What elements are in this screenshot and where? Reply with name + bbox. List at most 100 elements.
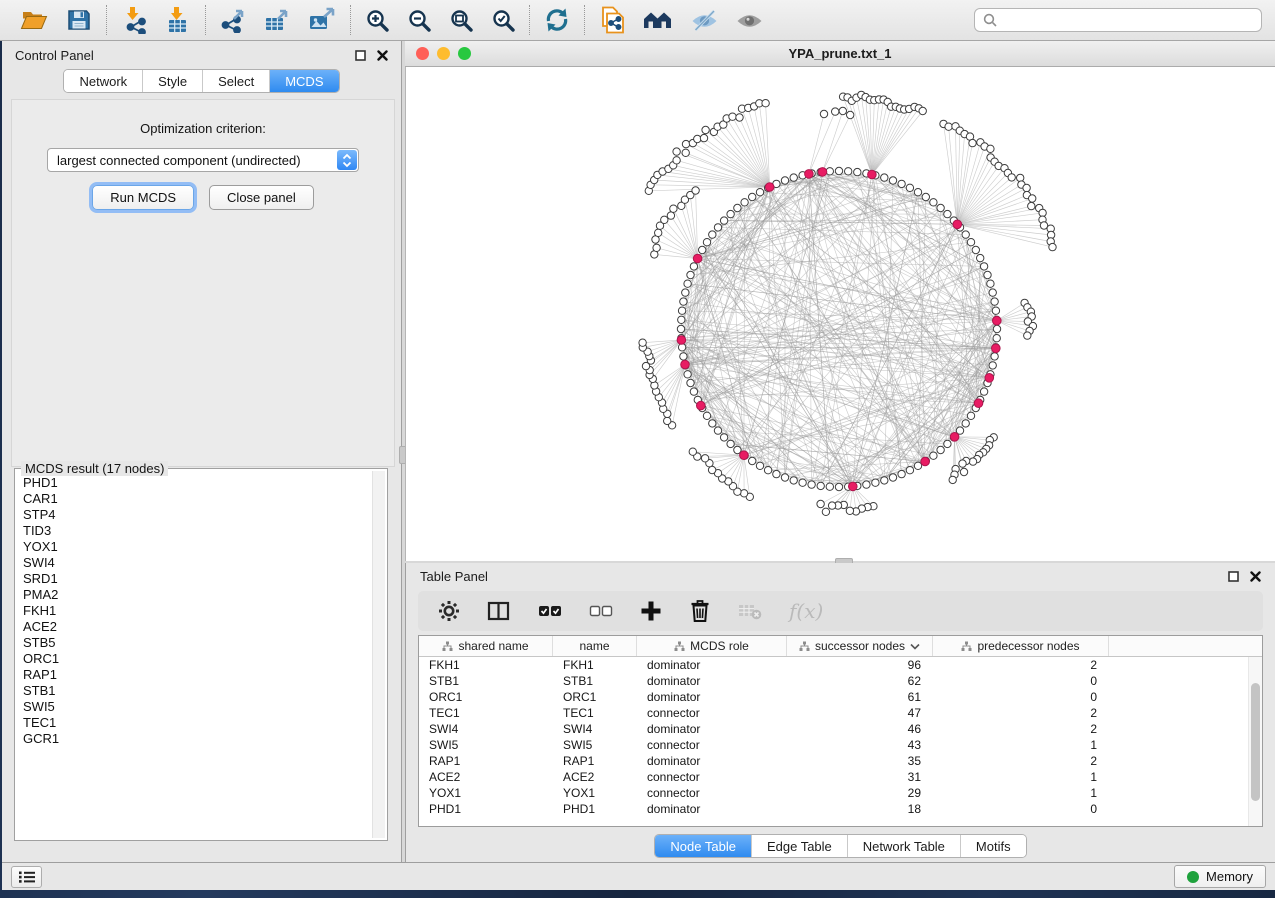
column-header-successor-nodes[interactable]: successor nodes (787, 636, 933, 656)
search-input[interactable] (1003, 12, 1261, 29)
mcds-tab-content: Optimization criterion: largest connecte… (11, 99, 395, 467)
sort-chevron-icon (910, 643, 920, 650)
first-neighbors-button[interactable] (642, 6, 674, 34)
float-icon[interactable] (355, 50, 366, 61)
cell-successor-nodes: 96 (787, 657, 933, 673)
toolbar-groups (6, 5, 777, 35)
network-canvas[interactable] (405, 67, 1275, 562)
table-row[interactable]: FKH1FKH1dominator962 (419, 657, 1248, 673)
zoom-out-button[interactable] (406, 7, 432, 33)
float-icon[interactable] (1228, 571, 1239, 582)
mcds-result-item[interactable]: TID3 (23, 523, 371, 539)
table-scrollbar-track[interactable] (1248, 657, 1262, 826)
table-row[interactable]: YOX1YOX1connector291 (419, 785, 1248, 801)
cell-shared-name: SWI4 (419, 721, 553, 737)
column-settings-button[interactable] (438, 600, 460, 622)
mcds-list-scrollbar[interactable] (372, 471, 385, 838)
mcds-result-item[interactable]: YOX1 (23, 539, 371, 555)
refresh-view-button[interactable] (543, 6, 571, 34)
add-column-button[interactable] (640, 600, 662, 622)
zoom-fit-button[interactable] (448, 7, 474, 33)
tab-node-table[interactable]: Node Table (655, 835, 751, 857)
table-row[interactable]: SWI5SWI5connector431 (419, 737, 1248, 753)
mcds-result-item[interactable]: GCR1 (23, 731, 371, 747)
tab-select[interactable]: Select (202, 70, 269, 92)
close-icon[interactable] (377, 50, 388, 61)
export-network-icon (220, 7, 246, 33)
import-table-button[interactable] (164, 5, 192, 35)
table-row[interactable]: PHD1PHD1dominator180 (419, 801, 1248, 817)
table-row[interactable]: ACE2ACE2connector311 (419, 769, 1248, 785)
criterion-label: Optimization criterion: (12, 121, 394, 136)
duplicate-network-button[interactable] (598, 5, 626, 35)
zoom-selected-button[interactable] (490, 7, 516, 33)
save-session-button[interactable] (65, 6, 93, 34)
table-scrollbar-thumb[interactable] (1251, 683, 1260, 801)
cell-successor-nodes: 35 (787, 753, 933, 769)
clear-checks-button[interactable] (589, 602, 613, 620)
tab-network-table[interactable]: Network Table (847, 835, 960, 857)
show-panels-button[interactable] (11, 866, 42, 888)
mcds-result-item[interactable]: STB5 (23, 635, 371, 651)
mcds-result-item[interactable]: RAP1 (23, 667, 371, 683)
mcds-result-item[interactable]: PHD1 (23, 475, 371, 491)
mcds-result-item[interactable]: SWI4 (23, 555, 371, 571)
close-panel-button[interactable]: Close panel (209, 185, 314, 210)
export-network-button[interactable] (219, 6, 247, 34)
minimize-window-button[interactable] (437, 47, 450, 60)
cell-predecessor-nodes: 0 (933, 801, 1109, 817)
delete-column-button[interactable] (689, 599, 711, 623)
tab-motifs[interactable]: Motifs (960, 835, 1026, 857)
table-row[interactable]: STB1STB1dominator620 (419, 673, 1248, 689)
tab-network[interactable]: Network (64, 70, 142, 92)
import-network-button[interactable] (120, 5, 148, 35)
table-panel-title: Table Panel (420, 569, 488, 584)
close-icon[interactable] (1250, 571, 1261, 582)
cell-successor-nodes: 46 (787, 721, 933, 737)
tab-edge-table[interactable]: Edge Table (751, 835, 847, 857)
mcds-result-item[interactable]: STP4 (23, 507, 371, 523)
criterion-dropdown[interactable]: largest connected component (undirected) (47, 148, 359, 172)
network-window-titlebar[interactable]: YPA_prune.txt_1 (405, 41, 1275, 67)
column-header-name[interactable]: name (553, 636, 637, 656)
run-mcds-button[interactable]: Run MCDS (92, 185, 194, 210)
table-row[interactable]: ORC1ORC1dominator610 (419, 689, 1248, 705)
mcds-result-item[interactable]: ORC1 (23, 651, 371, 667)
cell-name: FKH1 (553, 657, 637, 673)
select-all-checks-button[interactable] (538, 602, 562, 620)
tab-mcds[interactable]: MCDS (269, 70, 338, 92)
show-all-button[interactable] (735, 7, 764, 34)
mcds-result-list[interactable]: PHD1CAR1STP4TID3YOX1SWI4SRD1PMA2FKH1ACE2… (23, 475, 371, 838)
mcds-result-item[interactable]: SWI5 (23, 699, 371, 715)
mcds-result-item[interactable]: ACE2 (23, 619, 371, 635)
zoom-in-button[interactable] (364, 7, 390, 33)
cell-predecessor-nodes: 1 (933, 769, 1109, 785)
column-header-predecessor-nodes[interactable]: predecessor nodes (933, 636, 1109, 656)
column-header-mcds-role[interactable]: MCDS role (637, 636, 787, 656)
open-file-button[interactable] (19, 6, 49, 34)
cell-shared-name: RAP1 (419, 753, 553, 769)
mcds-result-item[interactable]: CAR1 (23, 491, 371, 507)
column-header-shared-name[interactable]: shared name (419, 636, 553, 656)
export-table-button[interactable] (263, 6, 291, 34)
table-row[interactable]: SWI4SWI4dominator462 (419, 721, 1248, 737)
cell-name: YOX1 (553, 785, 637, 801)
mcds-result-item[interactable]: FKH1 (23, 603, 371, 619)
table-row[interactable]: TEC1TEC1connector472 (419, 705, 1248, 721)
toolbar-group (107, 5, 205, 35)
mcds-result-item[interactable]: STB1 (23, 683, 371, 699)
network-graph[interactable] (406, 67, 1274, 562)
tab-style[interactable]: Style (142, 70, 202, 92)
split-panel-button[interactable] (487, 600, 511, 622)
export-image-button[interactable] (307, 6, 337, 34)
mcds-result-item[interactable]: TEC1 (23, 715, 371, 731)
close-window-button[interactable] (416, 47, 429, 60)
mcds-result-group: MCDS result (17 nodes) PHD1CAR1STP4TID3Y… (14, 468, 388, 841)
mcds-result-item[interactable]: PMA2 (23, 587, 371, 603)
mcds-result-item[interactable]: SRD1 (23, 571, 371, 587)
cell-shared-name: YOX1 (419, 785, 553, 801)
zoom-window-button[interactable] (458, 47, 471, 60)
hide-selected-button[interactable] (690, 7, 719, 34)
table-row[interactable]: RAP1RAP1dominator352 (419, 753, 1248, 769)
memory-button[interactable]: Memory (1174, 865, 1266, 888)
